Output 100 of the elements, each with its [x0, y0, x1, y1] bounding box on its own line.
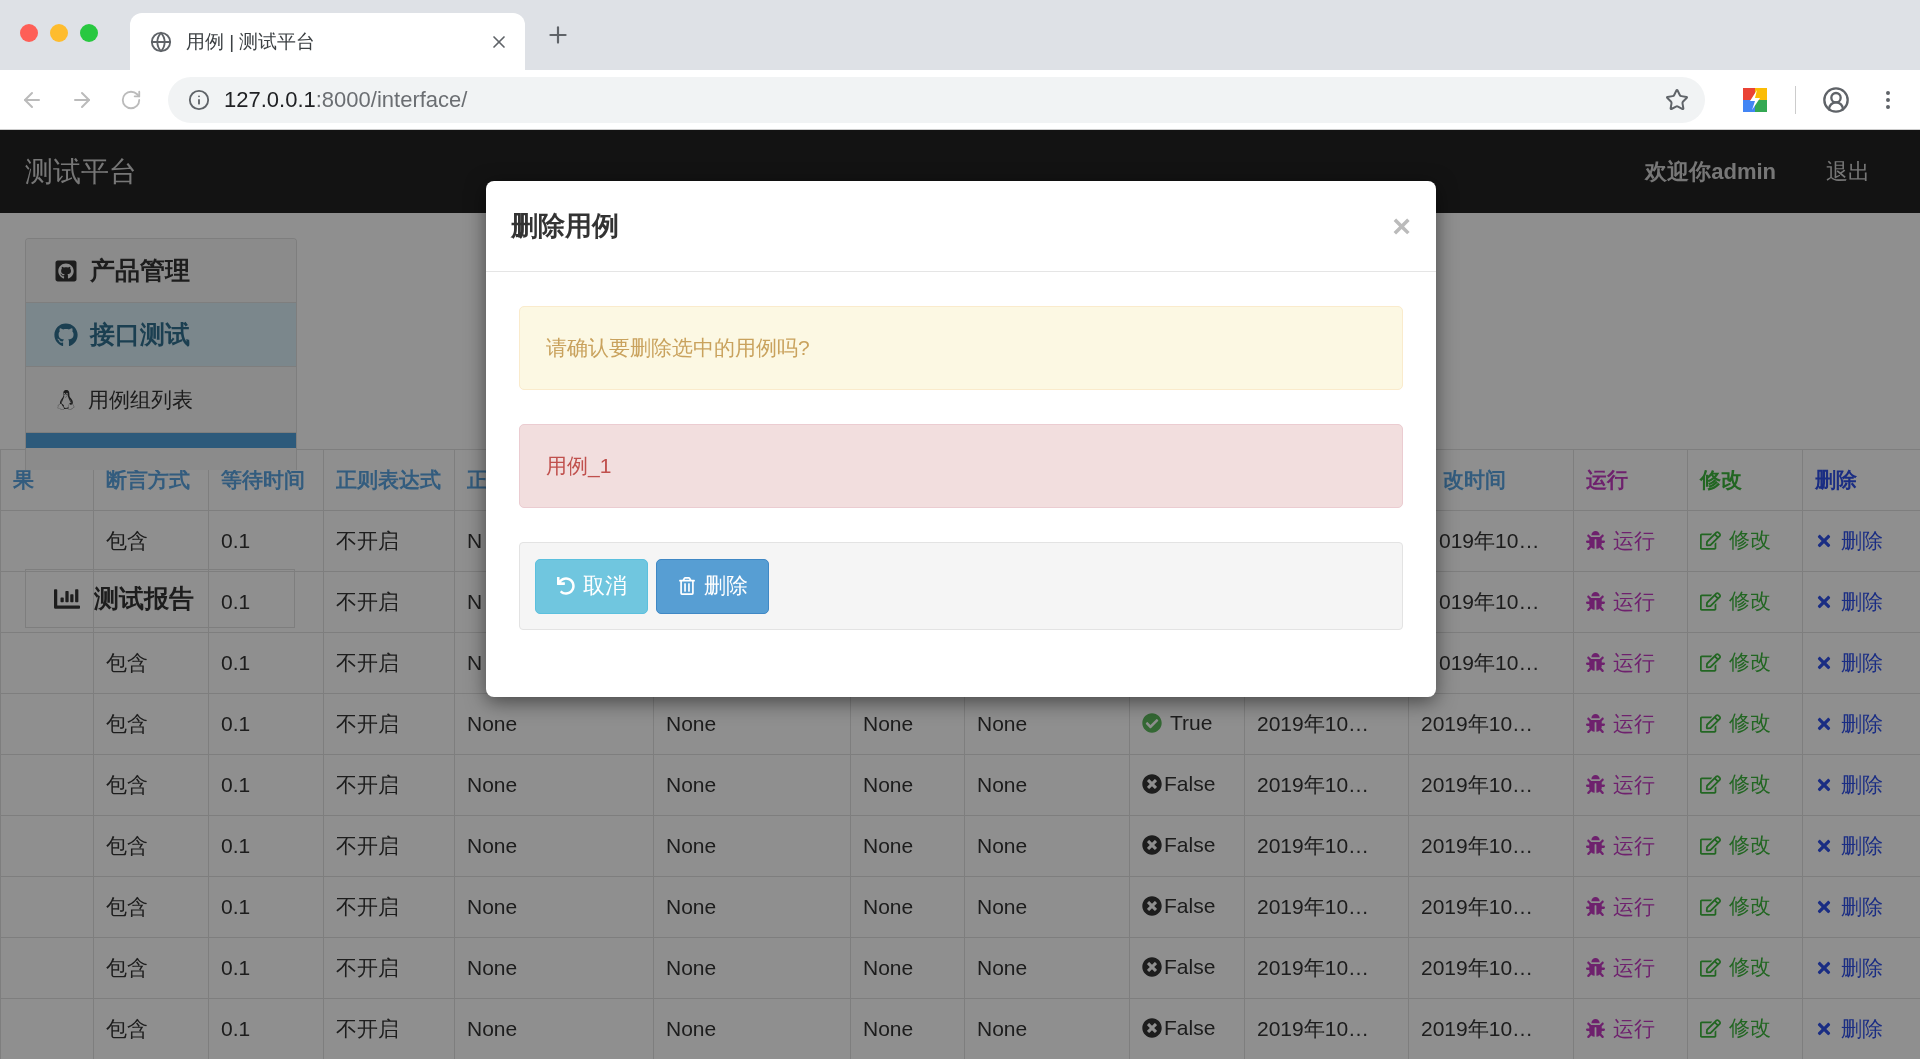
x-icon: [1815, 837, 1833, 855]
edit-icon: [1700, 590, 1721, 612]
edit-icon: [1700, 712, 1721, 734]
x-icon: [1815, 715, 1833, 733]
table-cell: None: [653, 876, 851, 938]
table-cell: 不开启: [323, 876, 455, 938]
dialog-title: 删除用例: [511, 210, 620, 243]
x-icon: [1815, 776, 1833, 794]
close-button[interactable]: ×: [1392, 210, 1411, 242]
profile-icon[interactable]: [1822, 85, 1850, 114]
globe-icon: [150, 30, 172, 53]
table-cell: None: [850, 876, 965, 938]
warning-alert: 请确认要删除选中的用例吗?: [519, 306, 1403, 390]
table-cell: None: [964, 937, 1130, 999]
delete-button[interactable]: 删除: [656, 558, 769, 614]
column-header: 删除: [1802, 449, 1920, 511]
table-cell: 2019年10…: [1244, 754, 1409, 816]
status-label: False: [1142, 954, 1216, 979]
status-label: False: [1142, 893, 1216, 918]
table-cell: 0.1: [208, 693, 324, 755]
welcome-link[interactable]: 欢迎你admin: [1645, 156, 1776, 187]
table-cell: None: [850, 815, 965, 877]
table-cell: 不开启: [323, 510, 455, 572]
window-close-button[interactable]: [20, 24, 38, 42]
column-header: 正则表达式: [323, 449, 455, 511]
table-cell: None: [850, 754, 965, 816]
table-cell: 2019年10…: [1408, 876, 1574, 938]
x-icon: [1815, 1020, 1833, 1038]
table-cell: None: [964, 815, 1130, 877]
bug-icon: [1586, 958, 1605, 978]
x-icon: [1815, 532, 1833, 550]
table-cell: 2019年10…: [1408, 937, 1574, 999]
table-cell: None: [653, 754, 851, 816]
address-bar[interactable]: 127.0.0.1:8000/interface/: [168, 76, 1705, 123]
status-label: False: [1142, 832, 1216, 857]
table-cell: 2019年10…: [1408, 815, 1574, 877]
star-icon[interactable]: [1665, 87, 1689, 112]
case-name-alert: 用例_1: [519, 424, 1403, 508]
table-cell: 不开启: [323, 571, 455, 633]
table-cell: None: [454, 754, 654, 816]
github-icon: [54, 258, 78, 283]
bug-icon: [1586, 836, 1605, 856]
table-cell: 包含: [93, 693, 209, 755]
brand-title: 测试平台: [25, 154, 138, 189]
edit-icon: [1700, 834, 1721, 856]
table-cell: 包含: [93, 754, 209, 816]
table-cell: 不开启: [323, 815, 455, 877]
edit-icon: [1700, 895, 1721, 917]
github-icon: [54, 322, 78, 347]
table-cell: 0.1: [208, 571, 324, 633]
table-cell: None: [964, 754, 1130, 816]
table-cell: 包含: [93, 510, 209, 572]
bug-icon: [1586, 714, 1605, 734]
bug-icon: [1586, 897, 1605, 917]
table-cell: 包含: [93, 632, 209, 694]
extension-icon[interactable]: [1741, 85, 1769, 114]
table-cell: 2019年10…: [1408, 754, 1574, 816]
column-header: 运行: [1573, 449, 1688, 511]
table-cell: 0.1: [208, 632, 324, 694]
info-icon[interactable]: [188, 88, 210, 111]
table-cell: 0.1: [208, 754, 324, 816]
column-header: 修改: [1687, 449, 1803, 511]
table-cell: 2019年10…: [1244, 937, 1409, 999]
bug-icon: [1586, 592, 1605, 612]
undo-icon: [556, 577, 575, 595]
trash-icon: [677, 577, 696, 595]
table-cell: None: [850, 937, 965, 999]
table-cell: None: [653, 937, 851, 999]
table-cell: 不开启: [323, 754, 455, 816]
browser-tab[interactable]: 用例 | 测试平台: [130, 13, 525, 70]
sidebar-item[interactable]: 接口测试: [26, 303, 296, 367]
sidebar-item[interactable]: 产品管理: [26, 239, 296, 303]
logout-link[interactable]: 退出: [1826, 156, 1870, 187]
table-cell: 包含: [93, 815, 209, 877]
x-icon: [1815, 898, 1833, 916]
x-icon: [1815, 593, 1833, 611]
table-cell: 0.1: [208, 876, 324, 938]
x-icon: [1815, 654, 1833, 672]
edit-icon: [1700, 529, 1721, 551]
table-cell: 不开启: [323, 937, 455, 999]
table-cell: 不开启: [323, 632, 455, 694]
table-cell: None: [454, 876, 654, 938]
edit-icon: [1700, 956, 1721, 978]
table-cell: 包含: [93, 937, 209, 999]
table-cell: 不开启: [323, 693, 455, 755]
bug-icon: [1586, 531, 1605, 551]
table-cell: 0.1: [208, 815, 324, 877]
bug-icon: [1586, 1019, 1605, 1039]
status-label: False: [1142, 771, 1216, 796]
table-cell: 2019年10…: [1244, 876, 1409, 938]
table-cell: None: [454, 815, 654, 877]
table-cell: 0.1: [208, 937, 324, 999]
edit-icon: [1700, 651, 1721, 673]
status-label: True: [1142, 710, 1213, 735]
table-cell: 包含: [93, 876, 209, 938]
table-cell: None: [964, 876, 1130, 938]
table-cell: None: [653, 815, 851, 877]
cancel-button[interactable]: 取消: [535, 558, 648, 614]
penguin-icon: [56, 389, 76, 410]
table-cell: 0.1: [208, 510, 324, 572]
